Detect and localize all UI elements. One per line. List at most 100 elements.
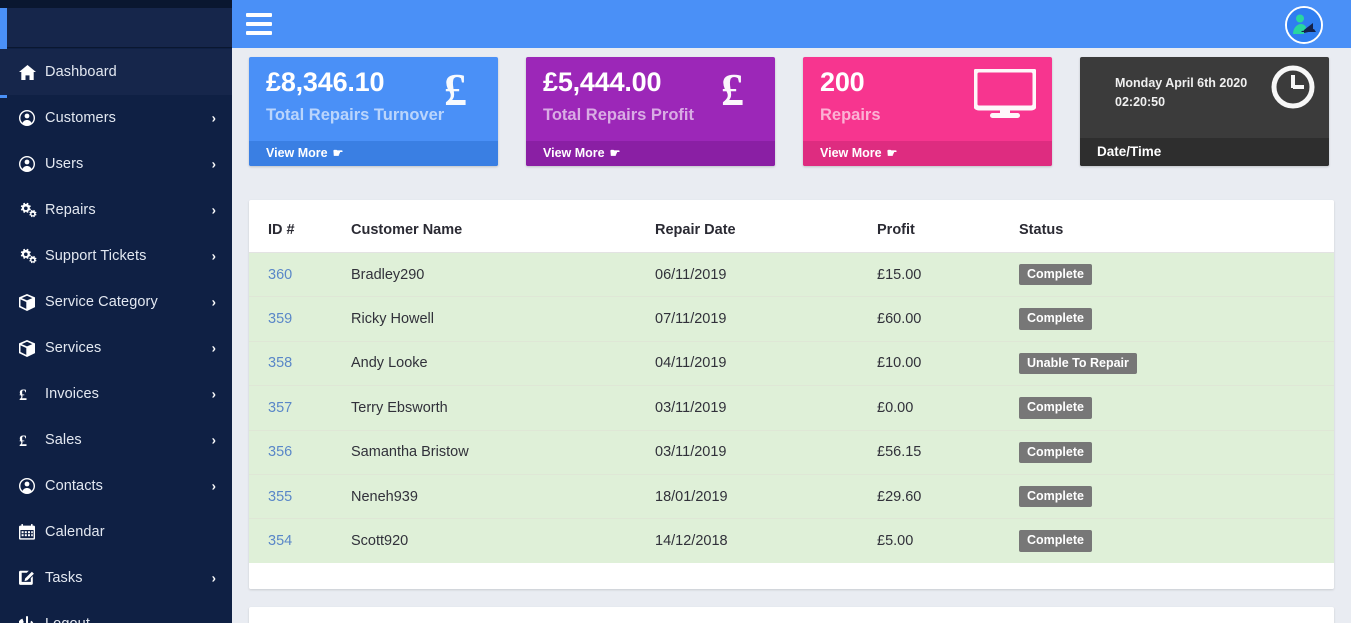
cell-id: 354 xyxy=(249,518,351,563)
repairs-table: ID # Customer Name Repair Date Profit St… xyxy=(249,200,1334,563)
edit-icon xyxy=(19,570,45,586)
stat-card-total-repairs-turnover[interactable]: £8,346.10 Total Repairs Turnover £ View … xyxy=(249,57,498,166)
repairs-table-body: 360 Bradley290 06/11/2019 £15.00 Complete 359… xyxy=(249,252,1334,563)
cell-repair-date: 03/11/2019 xyxy=(655,430,877,475)
table-header-row: ID # Customer Name Repair Date Profit St… xyxy=(249,200,1334,253)
repair-id-link[interactable]: 360 xyxy=(268,267,292,283)
table-row: 354 Scott920 14/12/2018 £5.00 Complete xyxy=(249,518,1334,563)
chevron-right-icon: › xyxy=(211,248,216,264)
cell-id: 360 xyxy=(249,252,351,298)
sidebar-item-label: Contacts xyxy=(45,478,104,494)
cell-customer-name: Andy Looke xyxy=(351,341,655,387)
calendar-icon xyxy=(19,524,45,540)
sidebar-item-support-tickets[interactable]: Support Tickets › xyxy=(0,233,232,279)
chevron-right-icon: › xyxy=(211,478,216,494)
column-header-date[interactable]: Repair Date xyxy=(655,200,877,253)
sidebar-item-dashboard[interactable]: Dashboard xyxy=(0,49,232,95)
sidebar-item-tasks[interactable]: Tasks › xyxy=(0,555,232,601)
sidebar-item-sales[interactable]: £ Sales › xyxy=(0,417,232,463)
svg-text:£: £ xyxy=(19,433,27,448)
sidebar-item-calendar[interactable]: Calendar xyxy=(0,509,232,555)
sidebar-item-label: Tasks xyxy=(45,570,83,586)
cell-repair-date: 07/11/2019 xyxy=(655,296,877,342)
pound-icon: £ xyxy=(442,69,482,113)
stat-card-view-more[interactable]: View More ☛ xyxy=(249,141,498,166)
avatar[interactable] xyxy=(1285,6,1323,44)
chevron-right-icon: › xyxy=(211,294,216,310)
column-header-profit[interactable]: Profit xyxy=(877,200,1019,253)
repair-id-link[interactable]: 357 xyxy=(268,400,292,416)
sidebar-item-label: Dashboard xyxy=(45,64,117,80)
hamburger-icon[interactable] xyxy=(246,11,276,37)
stat-card-body: 200 Repairs xyxy=(803,57,1052,141)
chevron-right-icon: › xyxy=(211,202,216,218)
stat-card-repairs[interactable]: 200 Repairs View More ☛ xyxy=(803,57,1052,166)
stat-card-total-repairs-profit[interactable]: £5,444.00 Total Repairs Profit £ View Mo… xyxy=(526,57,775,166)
sidebar-item-users[interactable]: Users › xyxy=(0,141,232,187)
status-badge: Complete xyxy=(1019,397,1092,419)
sidebar-item-services[interactable]: Services › xyxy=(0,325,232,371)
view-more-label: View More xyxy=(820,146,882,160)
cell-profit: £5.00 xyxy=(877,518,1019,563)
cell-id: 355 xyxy=(249,474,351,520)
cell-status: Complete xyxy=(1019,518,1334,563)
panel-bottom-padding xyxy=(249,562,1334,589)
sidebar-item-label: Repairs xyxy=(45,202,96,218)
sidebar-nav: Dashboard Customers › Users › Repairs › Support… xyxy=(0,48,232,623)
home-icon xyxy=(19,64,45,80)
sidebar-item-invoices[interactable]: £ Invoices › xyxy=(0,371,232,417)
cell-customer-name: Samantha Bristow xyxy=(351,430,655,475)
repair-id-link[interactable]: 354 xyxy=(268,533,292,549)
cell-customer-name: Terry Ebsworth xyxy=(351,385,655,431)
sidebar-item-label: Services xyxy=(45,340,102,356)
cell-repair-date: 04/11/2019 xyxy=(655,341,877,387)
pound-icon: £ xyxy=(719,69,759,113)
sidebar-item-label: Support Tickets xyxy=(45,248,147,264)
sidebar-item-contacts[interactable]: Contacts › xyxy=(0,463,232,509)
sidebar-item-service-category[interactable]: Service Category › xyxy=(0,279,232,325)
stat-card-view-more[interactable]: View More ☛ xyxy=(803,141,1052,166)
datetime-footer-label: Date/Time xyxy=(1097,144,1162,159)
svg-text:£: £ xyxy=(721,69,744,113)
cell-profit: £0.00 xyxy=(877,385,1019,431)
cell-profit: £29.60 xyxy=(877,474,1019,520)
cell-repair-date: 06/11/2019 xyxy=(655,252,877,298)
cell-profit: £56.15 xyxy=(877,430,1019,475)
user-icon xyxy=(19,156,45,172)
sidebar-top-strip xyxy=(0,0,232,8)
status-badge: Complete xyxy=(1019,264,1092,286)
repair-id-link[interactable]: 356 xyxy=(268,444,292,460)
sidebar-item-logout[interactable]: Logout xyxy=(0,601,232,623)
column-header-status[interactable]: Status xyxy=(1019,200,1334,253)
repairs-table-head: ID # Customer Name Repair Date Profit St… xyxy=(249,200,1334,253)
sidebar-item-label: Service Category xyxy=(45,294,158,310)
status-badge: Complete xyxy=(1019,530,1092,552)
sidebar-item-customers[interactable]: Customers › xyxy=(0,95,232,141)
datetime-card-footer: Date/Time xyxy=(1080,138,1329,166)
svg-text:£: £ xyxy=(19,387,27,402)
user-icon xyxy=(19,110,45,126)
table-row: 357 Terry Ebsworth 03/11/2019 £0.00 Complete xyxy=(249,385,1334,431)
view-more-label: View More xyxy=(266,146,328,160)
column-header-name[interactable]: Customer Name xyxy=(351,200,655,253)
repair-id-link[interactable]: 359 xyxy=(268,311,292,327)
sidebar-item-label: Calendar xyxy=(45,524,105,540)
top-bar xyxy=(232,0,1351,48)
cell-profit: £60.00 xyxy=(877,296,1019,342)
dashboard-page: Dashboard Customers › Users › Repairs › Support… xyxy=(0,0,1351,623)
repair-id-link[interactable]: 355 xyxy=(268,489,292,505)
sidebar-item-label: Sales xyxy=(45,432,82,448)
cell-repair-date: 03/11/2019 xyxy=(655,385,877,431)
chevron-right-icon: › xyxy=(211,110,216,126)
stat-card-view-more[interactable]: View More ☛ xyxy=(526,141,775,166)
sidebar-item-label: Customers xyxy=(45,110,116,126)
svg-text:£: £ xyxy=(444,69,467,113)
cell-customer-name: Ricky Howell xyxy=(351,296,655,342)
user-laptop-avatar-icon xyxy=(1287,8,1321,42)
column-header-id[interactable]: ID # xyxy=(249,200,351,253)
repair-id-link[interactable]: 358 xyxy=(268,355,292,371)
calendar-panel: Calendar xyxy=(249,606,1334,623)
cell-status: Complete xyxy=(1019,430,1334,475)
sidebar-item-repairs[interactable]: Repairs › xyxy=(0,187,232,233)
calendar-panel-title: Calendar xyxy=(249,607,1334,623)
